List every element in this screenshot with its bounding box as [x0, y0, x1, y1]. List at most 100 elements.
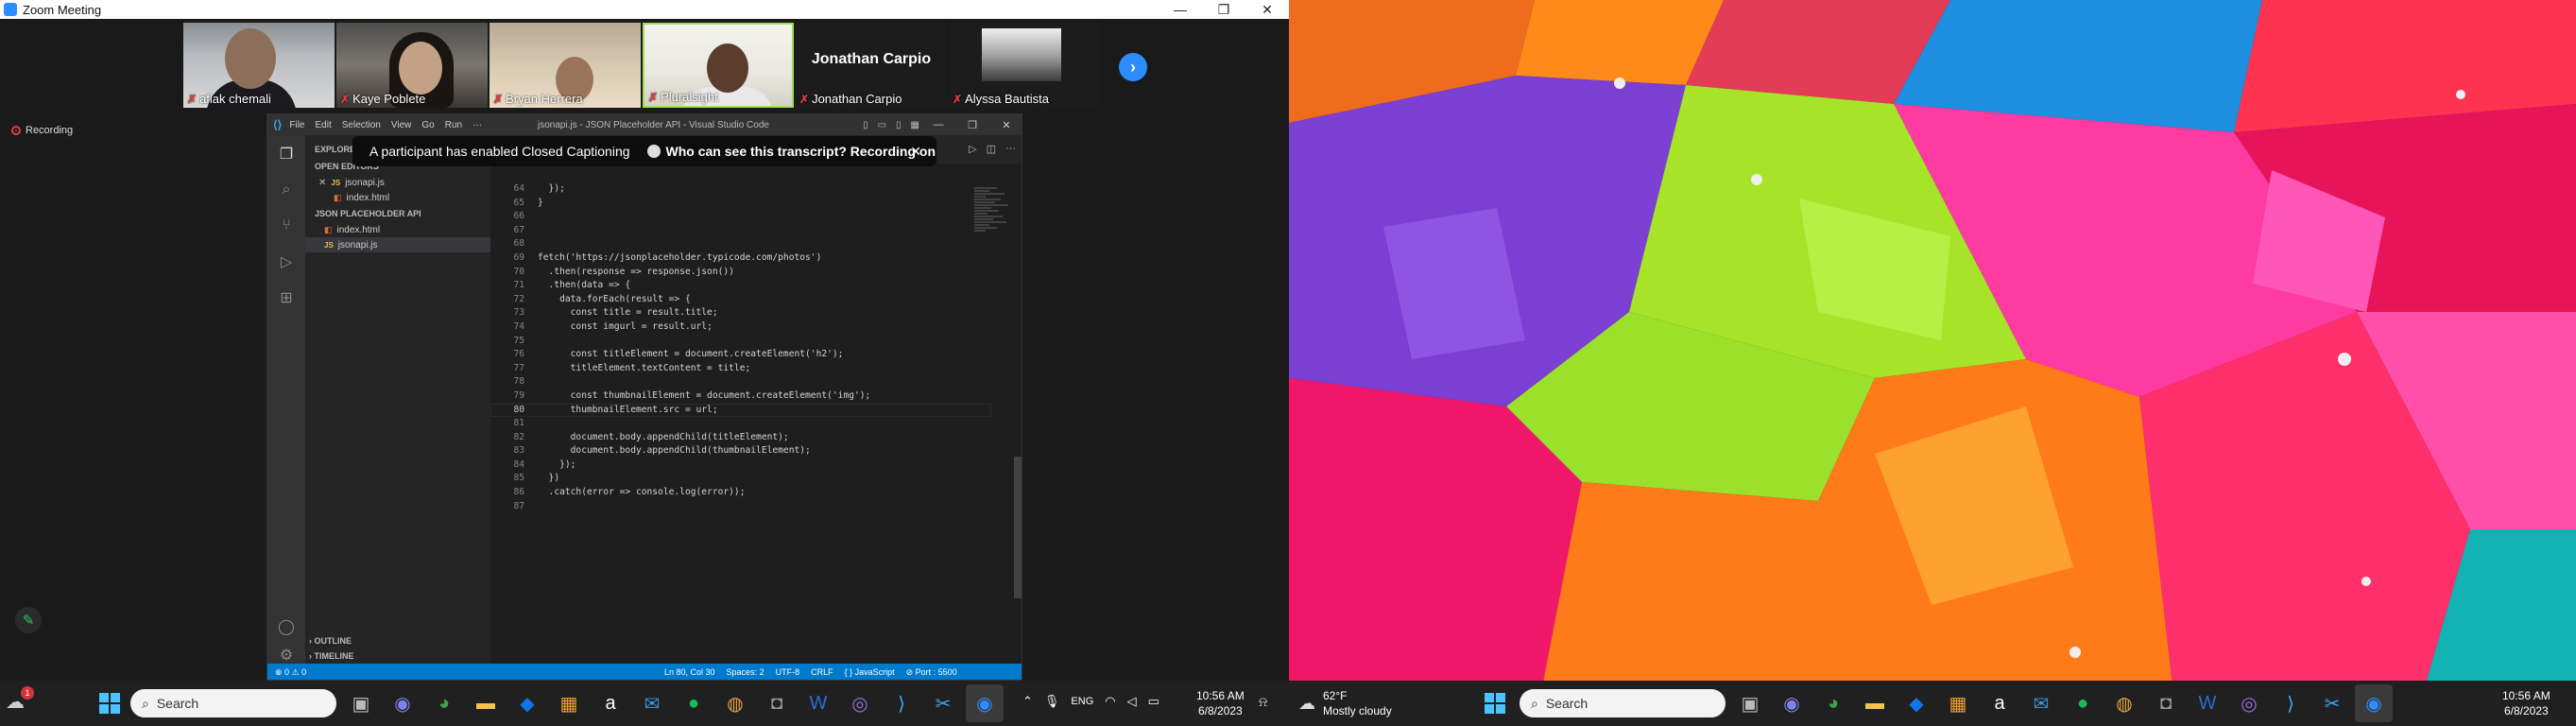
- code-lines[interactable]: 64 }); 65} 66 67 68 69 fetch('https://jsonplac…: [490, 182, 991, 513]
- maximize-button[interactable]: ❐: [1202, 0, 1245, 19]
- camera-icon[interactable]: ◘: [2147, 684, 2185, 722]
- file-explorer-icon[interactable]: ▬: [467, 684, 505, 722]
- code-line[interactable]: 78: [490, 375, 991, 389]
- code-line[interactable]: 69 fetch('https://jsonplaceholder.typicod…: [490, 251, 991, 266]
- code-line[interactable]: 84 });: [490, 458, 991, 473]
- indentation[interactable]: Spaces: 2: [727, 667, 764, 678]
- code-line[interactable]: 76 const titleElement = document.createE…: [490, 348, 991, 362]
- close-icon[interactable]: ✕: [318, 178, 326, 188]
- customize-layout-icon[interactable]: ▦: [911, 120, 919, 130]
- code-line[interactable]: 79 const thumbnailElement = document.cre…: [490, 389, 991, 404]
- code-line[interactable]: 74 const imgurl = result.url;: [490, 320, 991, 335]
- recording-indicator[interactable]: Recording: [11, 125, 73, 136]
- system-clock[interactable]: 10:56 AM 6/8/2023: [2502, 688, 2550, 718]
- code-line[interactable]: 83 document.body.appendChild(thumbnailEl…: [490, 444, 991, 458]
- zoom-icon[interactable]: ◉: [966, 684, 1004, 722]
- gear-icon[interactable]: ⚙: [277, 646, 296, 665]
- extensions-icon[interactable]: ⊞: [277, 288, 296, 307]
- open-editor-item[interactable]: ◧ index.html: [305, 190, 490, 205]
- participant-tile[interactable]: ✗ Bryan Herrera: [489, 23, 641, 108]
- weather-widget[interactable]: ☁ 62°F Mostly cloudy: [1298, 688, 1392, 718]
- code-line[interactable]: 73 const title = result.title;: [490, 306, 991, 320]
- close-notification-button[interactable]: ✕: [910, 144, 921, 160]
- more-actions-icon[interactable]: ···: [1005, 143, 1016, 155]
- mail-icon[interactable]: ✉: [2022, 684, 2060, 722]
- camera-icon[interactable]: ◘: [758, 684, 796, 722]
- file-tree-item[interactable]: ◧ index.html: [305, 222, 490, 237]
- account-icon[interactable]: ◯: [277, 617, 296, 636]
- line-endings[interactable]: CRLF: [811, 667, 833, 678]
- wifi-icon[interactable]: ◠: [1105, 694, 1115, 709]
- code-line[interactable]: 70 .then(response => response.json()): [490, 266, 991, 280]
- menu-edit[interactable]: Edit: [316, 120, 332, 130]
- open-editor-item[interactable]: ✕ JS jsonapi.js: [305, 175, 490, 190]
- toggle-sidebar-icon[interactable]: ▯: [863, 120, 868, 130]
- chevron-up-icon[interactable]: ⌃: [1022, 694, 1033, 709]
- github-icon[interactable]: ◎: [2230, 684, 2268, 722]
- close-button[interactable]: ✕: [1245, 0, 1289, 19]
- encoding[interactable]: UTF-8: [776, 667, 800, 678]
- dropbox-icon[interactable]: ◆: [508, 684, 546, 722]
- teams-icon[interactable]: ◉: [384, 684, 421, 722]
- snipping-tool-icon[interactable]: ✂: [924, 684, 962, 722]
- code-line[interactable]: 71 .then(data => {: [490, 279, 991, 293]
- transcript-visibility-link[interactable]: Who can see this transcript? Recording o…: [646, 144, 936, 159]
- battery-icon[interactable]: ▭: [1148, 694, 1159, 709]
- edge-icon[interactable]: ◕: [425, 684, 463, 722]
- participant-tile[interactable]: ✗ Alyssa Bautista: [949, 23, 1100, 108]
- spotify-icon[interactable]: ●: [2064, 684, 2102, 722]
- menu-file[interactable]: File: [289, 120, 304, 130]
- next-page-button[interactable]: ›: [1119, 53, 1147, 81]
- task-view-icon[interactable]: ▣: [342, 684, 380, 722]
- speaker-icon[interactable]: ◁: [1127, 694, 1137, 709]
- participant-tile-active-speaker[interactable]: ✗ Pluralsight: [643, 23, 794, 108]
- edge-icon[interactable]: ◕: [1814, 684, 1852, 722]
- dropbox-icon[interactable]: ◆: [1898, 684, 1935, 722]
- code-line[interactable]: 81: [490, 417, 991, 431]
- task-view-icon[interactable]: ▣: [1731, 684, 1769, 722]
- chrome-icon[interactable]: ◍: [2105, 684, 2143, 722]
- editor-scrollbar[interactable]: [1014, 457, 1022, 598]
- chrome-icon[interactable]: ◍: [716, 684, 754, 722]
- language-indicator[interactable]: ENG: [1071, 696, 1093, 707]
- participant-tile[interactable]: ✗ Kaye Poblete: [336, 23, 488, 108]
- menu-run[interactable]: Run: [445, 120, 462, 130]
- participant-tile[interactable]: Jonathan Carpio ✗ Jonathan Carpio: [796, 23, 947, 108]
- code-line[interactable]: 82 document.body.appendChild(titleElemen…: [490, 431, 991, 445]
- cursor-position[interactable]: Ln 80, Col 30: [664, 667, 715, 678]
- vscode-icon[interactable]: ⟩: [883, 684, 920, 722]
- participant-tile[interactable]: ✗ aflak chemali: [183, 23, 335, 108]
- code-line[interactable]: 87: [490, 500, 991, 514]
- code-line[interactable]: 67: [490, 224, 991, 238]
- mail-icon[interactable]: ✉: [633, 684, 671, 722]
- widgets-button[interactable]: ☁ 1: [6, 686, 38, 720]
- start-button[interactable]: [91, 684, 129, 722]
- spotify-icon[interactable]: ●: [675, 684, 713, 722]
- toggle-panel-icon[interactable]: ▭: [878, 120, 886, 130]
- start-button[interactable]: [1476, 684, 1514, 722]
- code-line[interactable]: 75: [490, 335, 991, 349]
- code-editor[interactable]: ▷ ◫ ··· 64 }); 65} 66 67 68 69 fetch('https://…: [490, 135, 1022, 664]
- outline-section[interactable]: › OUTLINE: [309, 636, 352, 646]
- run-debug-icon[interactable]: ▷: [277, 252, 296, 271]
- taskbar-search[interactable]: ⌕ Search: [130, 689, 336, 717]
- menu-selection[interactable]: Selection: [342, 120, 381, 130]
- problems-indicator[interactable]: ⊗ 0 ⚠ 0: [275, 667, 306, 678]
- github-icon[interactable]: ◎: [841, 684, 879, 722]
- explorer-icon[interactable]: ❐: [277, 145, 296, 164]
- file-explorer-icon[interactable]: ▬: [1856, 684, 1894, 722]
- menu-go[interactable]: Go: [421, 120, 434, 130]
- code-line[interactable]: 77 titleElement.textContent = title;: [490, 362, 991, 376]
- language-mode[interactable]: { } JavaScript: [845, 667, 895, 678]
- live-server-port[interactable]: ⊘ Port : 5500: [906, 667, 957, 678]
- close-button[interactable]: ✕: [989, 119, 1022, 131]
- teams-icon[interactable]: ◉: [1773, 684, 1811, 722]
- code-line[interactable]: 64 });: [490, 182, 991, 197]
- word-icon[interactable]: W: [2189, 684, 2226, 722]
- minimize-button[interactable]: —: [921, 119, 955, 131]
- minimap[interactable]: [974, 186, 1012, 337]
- code-line[interactable]: 68: [490, 237, 991, 251]
- search-icon[interactable]: ⌕: [277, 181, 296, 199]
- run-icon[interactable]: ▷: [969, 143, 976, 155]
- code-line[interactable]: 86 .catch(error => console.log(error));: [490, 486, 991, 500]
